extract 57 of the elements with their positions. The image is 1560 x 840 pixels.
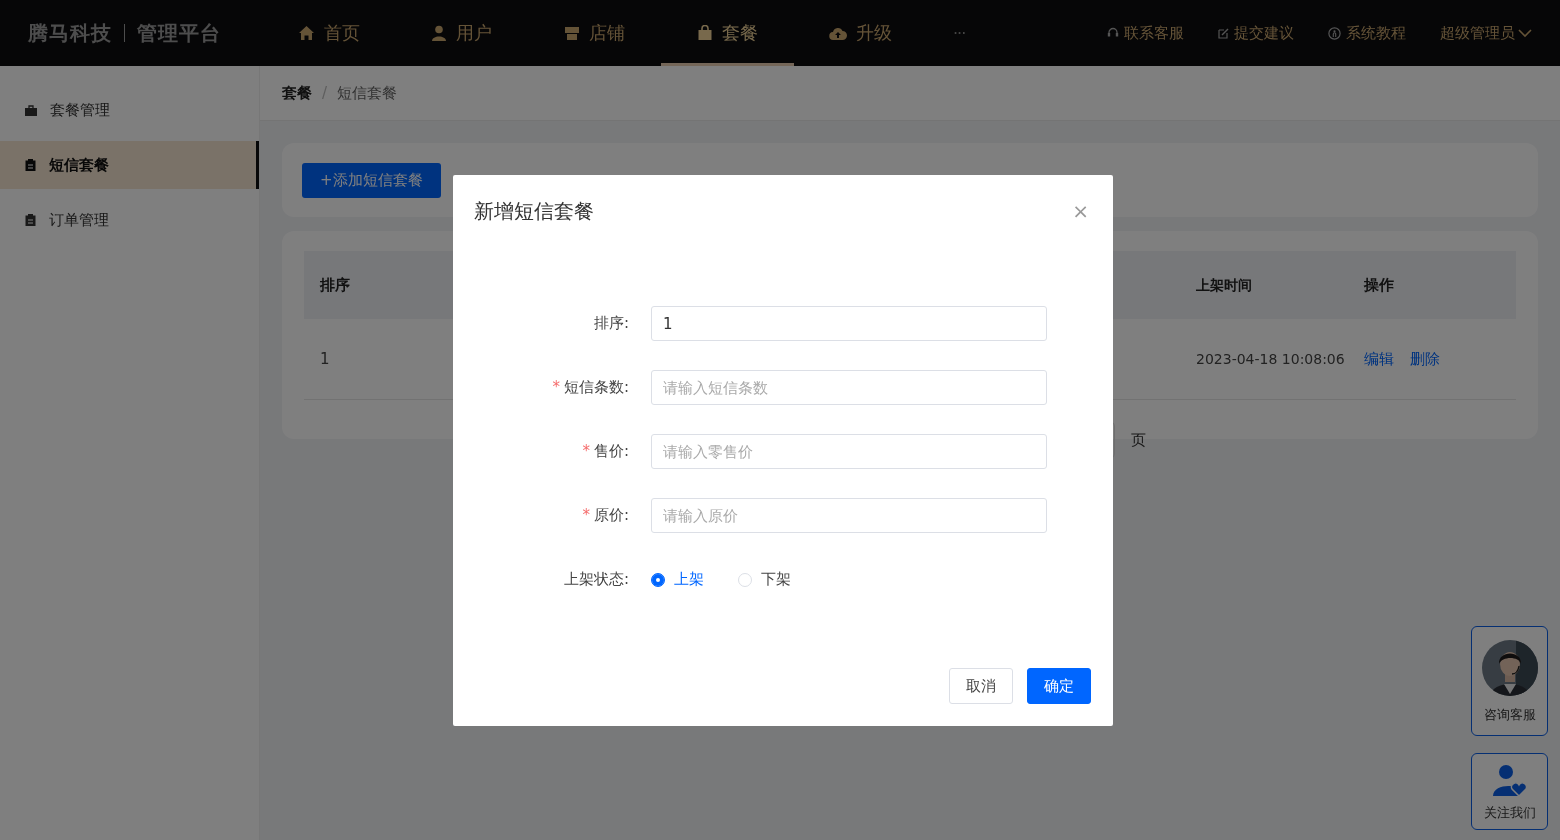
sidebar-item[interactable]: 订单管理: [0, 196, 259, 244]
form-label: * 原价:: [581, 506, 630, 525]
cancel-button[interactable]: 取消: [949, 668, 1013, 704]
user-menu[interactable]: 超级管理员: [1440, 23, 1532, 43]
table-cell-text: 2023-04-18 10:08:06: [1195, 349, 1346, 369]
nav-tab[interactable]: 首页: [262, 0, 395, 66]
close-button[interactable]: ×: [1068, 199, 1093, 223]
shopping-bag-icon: [697, 25, 713, 41]
nav-tab[interactable]: 用户: [395, 0, 528, 66]
form-label: 排序:: [592, 314, 630, 333]
info-circle-icon: [1328, 26, 1341, 40]
floating-widget[interactable]: 关注我们: [1471, 753, 1548, 830]
radio-button[interactable]: [651, 572, 665, 587]
input-field[interactable]: 请输入短信条数: [651, 370, 1047, 405]
row-action-link[interactable]: 删除: [1410, 349, 1440, 369]
form-label: * 售价:: [581, 442, 630, 461]
confirm-button[interactable]: 确定: [1027, 668, 1091, 704]
floating-widget[interactable]: 咨询客服: [1471, 626, 1548, 736]
breadcrumb-link[interactable]: 套餐: [282, 83, 312, 103]
input-field[interactable]: 请输入零售价: [651, 434, 1047, 469]
brand-name: 腾马科技: [28, 19, 112, 47]
nav-tab[interactable]: 店铺: [528, 0, 661, 66]
user-heart-icon: [1492, 764, 1527, 796]
page-suffix: 页: [1131, 430, 1146, 450]
home-icon: [297, 25, 315, 41]
platform-title: 管理平台: [137, 19, 221, 47]
breadcrumb-separator: /: [322, 84, 328, 102]
store-icon: [564, 25, 580, 41]
form-label: * 短信条数:: [551, 378, 630, 397]
sidebar-item[interactable]: 套餐管理: [0, 86, 259, 134]
nav-tab[interactable]: 升级: [794, 0, 927, 66]
clipboard-icon: [25, 214, 36, 226]
header-link[interactable]: 系统教程: [1328, 23, 1406, 43]
table-cell-text: 1: [319, 350, 331, 368]
header-link[interactable]: 联系客服: [1107, 23, 1184, 43]
headset-icon: [1107, 27, 1119, 39]
radio-option[interactable]: 下架: [738, 570, 791, 589]
user-icon: [431, 25, 447, 41]
input-field[interactable]: 1: [651, 306, 1047, 341]
clipboard-icon: [25, 159, 36, 171]
edit-icon: [1218, 27, 1229, 39]
input-field[interactable]: 请输入原价: [651, 498, 1047, 533]
dialog-title: 新增短信套餐: [474, 197, 594, 225]
add-package-button[interactable]: +添加短信套餐: [302, 162, 441, 198]
more-menu[interactable]: ···: [927, 0, 966, 66]
row-action-link[interactable]: 编辑: [1364, 349, 1394, 369]
header-link[interactable]: 提交建议: [1218, 23, 1294, 43]
column-header: 上架时间: [1195, 275, 1253, 295]
column-header: 排序: [319, 275, 351, 295]
column-header: 操作: [1363, 275, 1395, 295]
cloud-upload-icon: [829, 25, 847, 41]
chevron-down-icon: [1518, 28, 1532, 38]
breadcrumb-link[interactable]: 短信套餐: [337, 83, 398, 103]
form-label: 上架状态:: [562, 570, 630, 589]
sidebar-item[interactable]: 短信套餐: [0, 141, 259, 189]
briefcase-icon: [25, 104, 37, 116]
radio-option[interactable]: 上架: [651, 570, 704, 589]
